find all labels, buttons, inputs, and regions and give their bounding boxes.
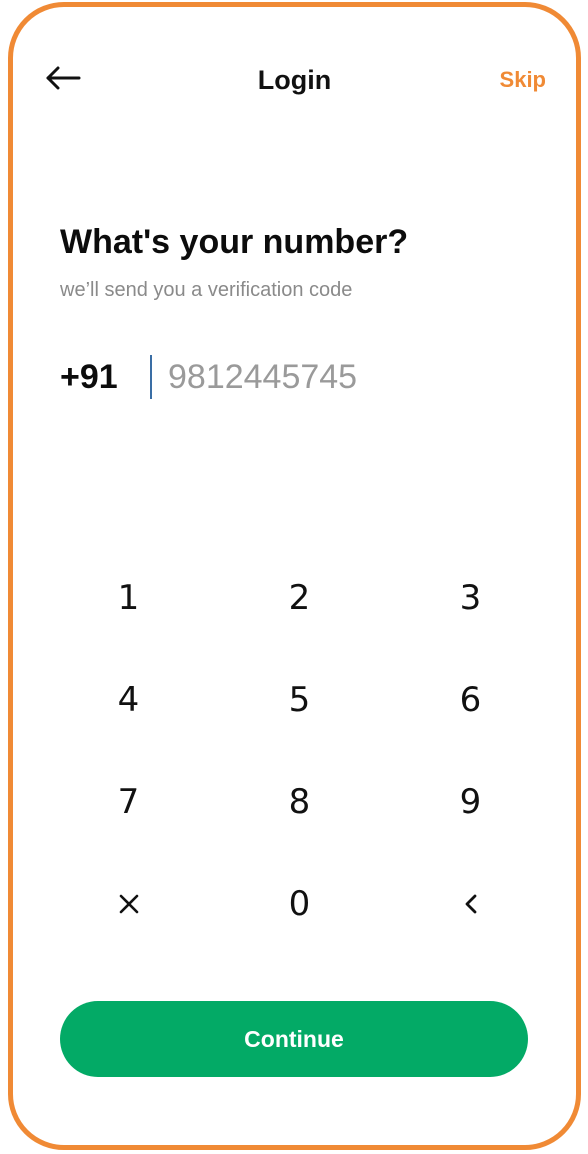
key-7[interactable]: 7 bbox=[43, 751, 214, 853]
clear-key[interactable] bbox=[43, 853, 214, 955]
backspace-key[interactable] bbox=[385, 853, 556, 955]
key-5[interactable]: 5 bbox=[214, 649, 385, 751]
phone-number-input[interactable] bbox=[168, 357, 488, 397]
country-code[interactable]: +91 bbox=[60, 358, 150, 397]
key-3[interactable]: 3 bbox=[385, 547, 556, 649]
chevron-left-icon bbox=[461, 891, 481, 917]
numeric-keypad: 1 2 3 4 5 6 7 8 9 0 bbox=[43, 547, 556, 955]
key-8[interactable]: 8 bbox=[214, 751, 385, 853]
close-icon bbox=[117, 892, 141, 916]
key-9[interactable]: 9 bbox=[385, 751, 556, 853]
verification-subtitle: we’ll send you a verification code bbox=[60, 279, 353, 301]
key-4[interactable]: 4 bbox=[43, 649, 214, 751]
key-2[interactable]: 2 bbox=[214, 547, 385, 649]
phone-frame: Login Skip What's your number? we’ll sen… bbox=[8, 2, 581, 1150]
key-0[interactable]: 0 bbox=[214, 853, 385, 955]
continue-button[interactable]: Continue bbox=[60, 1001, 528, 1077]
skip-button[interactable]: Skip bbox=[500, 67, 546, 93]
page-title: Login bbox=[257, 65, 332, 95]
top-bar: Login Skip bbox=[13, 7, 576, 157]
phone-number-row: +91 bbox=[60, 352, 488, 402]
phone-number-heading: What's your number? bbox=[60, 223, 409, 261]
input-cursor-divider bbox=[150, 355, 152, 399]
key-6[interactable]: 6 bbox=[385, 649, 556, 751]
key-1[interactable]: 1 bbox=[43, 547, 214, 649]
